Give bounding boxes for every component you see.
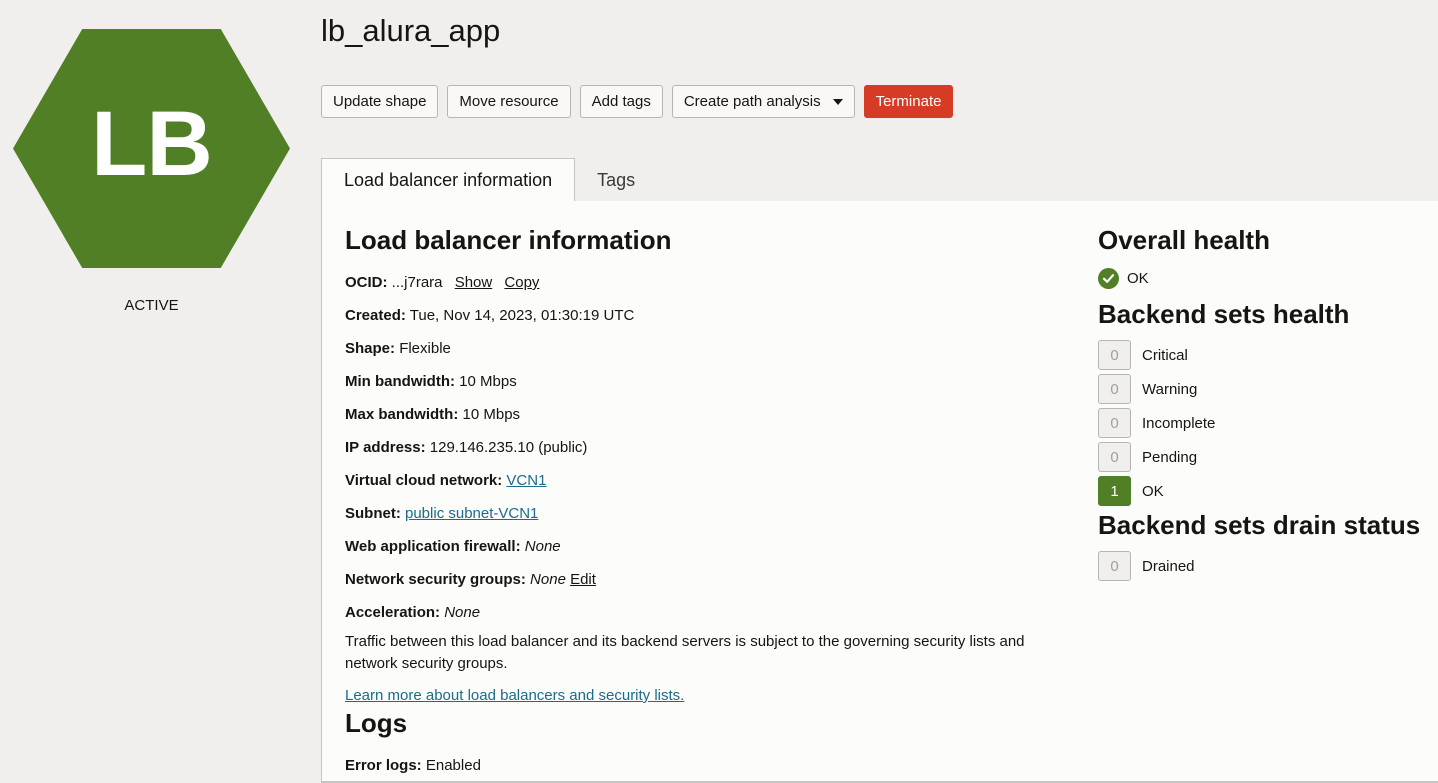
min-bandwidth-value: 10 Mbps — [459, 373, 517, 390]
drained-count: 0 — [1098, 551, 1131, 581]
action-toolbar: Update shape Move resource Add tags Crea… — [321, 85, 954, 118]
created-label: Created: — [345, 307, 406, 324]
drained-row[interactable]: 0 Drained — [1098, 549, 1438, 583]
acceleration-label: Acceleration: — [345, 604, 441, 621]
created-row: Created: Tue, Nov 14, 2023, 01:30:19 UTC — [345, 307, 1065, 340]
ocid-value: ...j7rara — [391, 274, 443, 291]
error-logs-row: Error logs: Enabled — [345, 757, 1065, 783]
backend-health-list: 0 Critical 0 Warning 0 Incomplete 0 Pend… — [1098, 338, 1438, 508]
subnet-row: Subnet: public subnet-VCN1 — [345, 505, 1065, 538]
vcn-row: Virtual cloud network: VCN1 — [345, 472, 1065, 505]
waf-row: Web application firewall: None — [345, 538, 1065, 571]
drained-label: Drained — [1142, 557, 1195, 575]
warning-count: 0 — [1098, 374, 1131, 404]
page-title: lb_alura_app — [321, 13, 501, 48]
max-bandwidth-row: Max bandwidth: 10 Mbps — [345, 406, 1065, 439]
health-pending-row[interactable]: 0 Pending — [1098, 440, 1438, 474]
check-circle-icon — [1098, 268, 1119, 289]
health-ok-row[interactable]: 1 OK — [1098, 474, 1438, 508]
shape-value: Flexible — [399, 340, 451, 357]
critical-count: 0 — [1098, 340, 1131, 370]
traffic-note: Traffic between this load balancer and i… — [345, 633, 1025, 672]
resource-sidebar: LB ACTIVE — [0, 0, 305, 783]
update-shape-button[interactable]: Update shape — [321, 85, 439, 118]
pending-label: Pending — [1142, 448, 1198, 466]
overall-health-text: OK — [1127, 270, 1149, 287]
nsg-label: Network security groups: — [345, 571, 526, 588]
max-bandwidth-value: 10 Mbps — [462, 406, 521, 423]
waf-label: Web application firewall: — [345, 538, 521, 555]
critical-label: Critical — [1142, 346, 1188, 364]
caret-down-icon — [832, 98, 843, 105]
nsg-edit-link[interactable]: Edit — [570, 571, 596, 588]
load-balancer-hex-icon: LB — [13, 29, 290, 268]
nsg-row: Network security groups: None Edit — [345, 571, 1065, 604]
pending-count: 0 — [1098, 442, 1131, 472]
error-logs-label: Error logs: — [345, 757, 422, 774]
ocid-label: OCID: — [345, 274, 388, 291]
ok-count: 1 — [1098, 476, 1131, 506]
incomplete-count: 0 — [1098, 408, 1131, 438]
add-tags-button[interactable]: Add tags — [579, 85, 663, 118]
terminate-button[interactable]: Terminate — [863, 85, 954, 118]
load-balancer-info-section: Load balancer information OCID: ...j7rar… — [345, 225, 1065, 783]
ip-address-value: 129.146.235.10 (public) — [429, 439, 588, 456]
subnet-label: Subnet: — [345, 505, 401, 522]
create-path-analysis-label: Create path analysis — [683, 93, 821, 110]
drain-status-heading: Backend sets drain status — [1098, 510, 1421, 540]
vcn-link[interactable]: VCN1 — [506, 472, 546, 489]
created-value: Tue, Nov 14, 2023, 01:30:19 UTC — [409, 307, 635, 324]
overall-health-heading: Overall health — [1098, 225, 1270, 255]
lifecycle-state: ACTIVE — [124, 297, 179, 314]
move-resource-button[interactable]: Move resource — [447, 85, 571, 118]
backend-sets-health-heading: Backend sets health — [1098, 299, 1350, 329]
tab-tags[interactable]: Tags — [575, 158, 657, 202]
max-bandwidth-label: Max bandwidth: — [345, 406, 459, 423]
drain-status-list: 0 Drained — [1098, 549, 1438, 583]
health-warning-row[interactable]: 0 Warning — [1098, 372, 1438, 406]
error-logs-value: Enabled — [425, 757, 481, 774]
ocid-show-link[interactable]: Show — [455, 274, 493, 291]
overall-health-status: OK — [1098, 268, 1438, 289]
nsg-value: None — [530, 571, 566, 588]
shape-row: Shape: Flexible — [345, 340, 1065, 373]
ok-label: OK — [1142, 482, 1164, 500]
tab-load-balancer-information[interactable]: Load balancer information — [321, 158, 576, 202]
ip-address-row: IP address: 129.146.235.10 (public) — [345, 439, 1065, 472]
health-section: Overall health OK Backend sets health 0 … — [1098, 225, 1438, 583]
tab-panel: Load balancer information OCID: ...j7rar… — [321, 201, 1438, 783]
ocid-copy-link[interactable]: Copy — [504, 274, 539, 291]
shape-label: Shape: — [345, 340, 396, 357]
tab-bar: Load balancer information Tags — [321, 158, 657, 202]
vcn-label: Virtual cloud network: — [345, 472, 503, 489]
waf-value: None — [524, 538, 561, 555]
info-heading: Load balancer information — [345, 225, 672, 255]
acceleration-value: None — [444, 604, 481, 621]
min-bandwidth-label: Min bandwidth: — [345, 373, 455, 390]
health-incomplete-row[interactable]: 0 Incomplete — [1098, 406, 1438, 440]
subnet-link[interactable]: public subnet-VCN1 — [405, 505, 538, 522]
resource-icon-text: LB — [91, 93, 213, 195]
health-critical-row[interactable]: 0 Critical — [1098, 338, 1438, 372]
create-path-analysis-button[interactable]: Create path analysis — [671, 85, 855, 118]
logs-heading: Logs — [345, 708, 408, 738]
warning-label: Warning — [1142, 380, 1198, 398]
learn-more-link[interactable]: Learn more about load balancers and secu… — [345, 687, 1065, 704]
ocid-row: OCID: ...j7rara Show Copy — [345, 274, 1065, 307]
incomplete-label: Incomplete — [1142, 414, 1216, 432]
min-bandwidth-row: Min bandwidth: 10 Mbps — [345, 373, 1065, 406]
ip-address-label: IP address: — [345, 439, 426, 456]
